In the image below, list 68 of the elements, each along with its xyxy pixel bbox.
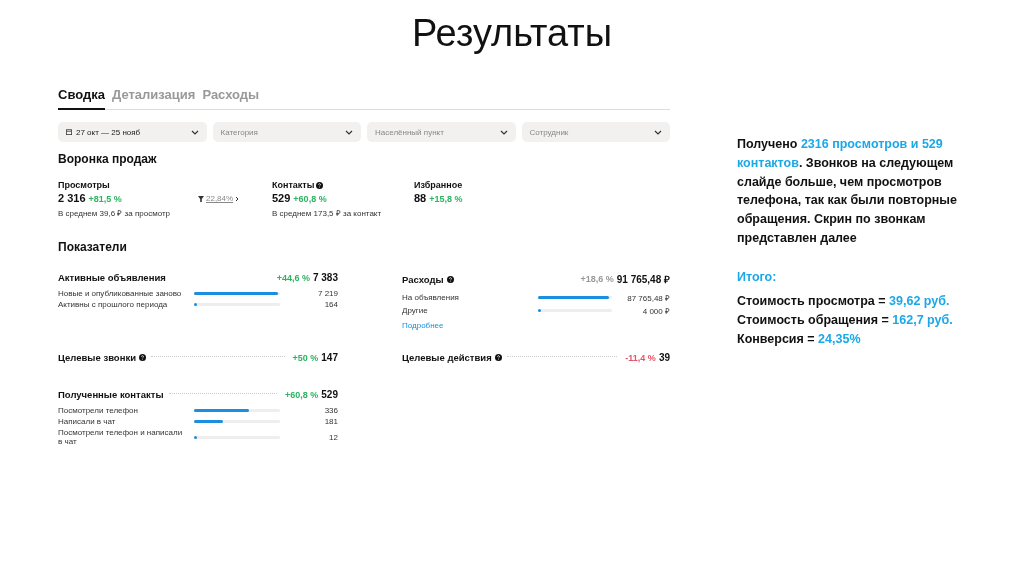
slide-title: Результаты [411, 12, 613, 55]
change-percent: +44,6 % [276, 272, 310, 283]
filter-dropdown[interactable]: Населённый пункт [367, 122, 516, 142]
change-percent: +81,5 % [88, 194, 122, 204]
filter-icon [198, 195, 204, 202]
card-total: 91 765,48 ₽ [616, 273, 670, 286]
row-label: Новые и опубликованные заново [58, 289, 183, 298]
row-value: 336 [323, 406, 338, 415]
change-percent: +60,8 % [293, 194, 327, 204]
change-percent: +15,8 % [429, 194, 463, 204]
row-label: Активны с прошлого периода [58, 300, 169, 309]
tab[interactable]: Расходы [202, 85, 260, 110]
card-title: Полученные контакты [58, 389, 164, 400]
metric-value: 88 [414, 192, 427, 204]
row-label: Посмотрели телефон и написали в чат [58, 428, 184, 446]
change-percent: -11,4 % [625, 352, 656, 363]
card-total: 39 [658, 352, 670, 363]
filter-dropdown[interactable]: Сотрудник [521, 122, 670, 142]
tab[interactable]: Сводка [58, 85, 105, 110]
row-label: Написали в чат [58, 417, 117, 426]
change-percent: +60,8 % [285, 389, 319, 400]
row-value: 181 [323, 417, 338, 426]
card-title: Активные объявления [58, 272, 166, 283]
metric-value: 529 [272, 192, 291, 204]
card-title: Целевые действия [402, 352, 492, 363]
help-icon[interactable] [494, 354, 502, 361]
row-value: 7 219 [316, 289, 338, 298]
more-link[interactable]: Подробнее [402, 321, 444, 330]
row-value: 164 [323, 300, 338, 309]
total-line: Стоимость просмотра = 39,62 руб. [737, 293, 951, 311]
filter-dropdown[interactable]: Категория [212, 122, 361, 142]
card-title: Расходы [402, 273, 444, 285]
change-percent: +50 % [292, 352, 319, 363]
conversion-link[interactable]: 22,84% [206, 194, 234, 203]
metric-label: Избранное [414, 180, 463, 190]
total-line: Конверсия = 24,35% [737, 330, 862, 348]
change-percent: +18,6 % [580, 274, 614, 284]
chevron-down-icon [190, 129, 199, 135]
summary-paragraph: Получено 2316 просмотров и 529 контактов. Звонков на следующем слайде больше, чем просмотров телефона, так как были повторные обращения. Скрин по звонкам представлен далее [737, 136, 958, 247]
chevron-down-icon [345, 129, 353, 135]
row-value: 12 [328, 432, 338, 442]
totals-heading: Итого: [737, 268, 778, 286]
metric-label: Контакты [272, 180, 315, 190]
chevron-down-icon [654, 129, 662, 135]
card-total: 529 [321, 389, 338, 400]
row-label: Посмотрели телефон [58, 406, 139, 415]
date-range-dropdown[interactable]: 27 окт — 25 нояб [58, 122, 207, 142]
metric-note: В среднем 39,6 ₽ за просмотр [58, 208, 171, 218]
chevron-right-icon [235, 195, 240, 202]
calendar-icon [66, 129, 72, 135]
card-total: 147 [321, 352, 338, 363]
total-line: Стоимость обращения = 162,7 руб. [737, 312, 954, 329]
help-icon[interactable] [446, 275, 454, 283]
section-heading: Воронка продаж [58, 152, 158, 166]
tab[interactable]: Детализация [111, 85, 196, 110]
help-icon[interactable] [316, 181, 324, 189]
row-value: 87 765,48 ₽ [626, 293, 670, 303]
card-title: Целевые звонки [58, 352, 136, 363]
row-label: На объявления [402, 293, 460, 302]
metric-value: 2 316 [58, 192, 86, 204]
chevron-down-icon [499, 129, 508, 135]
metric-label: Просмотры [58, 180, 110, 190]
row-label: Другие [402, 306, 429, 315]
help-icon[interactable] [139, 354, 146, 361]
row-value: 4 000 ₽ [641, 306, 670, 316]
metric-note: В среднем 173,5 ₽ за контакт [272, 208, 383, 218]
card-total: 7 383 [312, 272, 338, 283]
section-heading: Показатели [58, 240, 128, 254]
